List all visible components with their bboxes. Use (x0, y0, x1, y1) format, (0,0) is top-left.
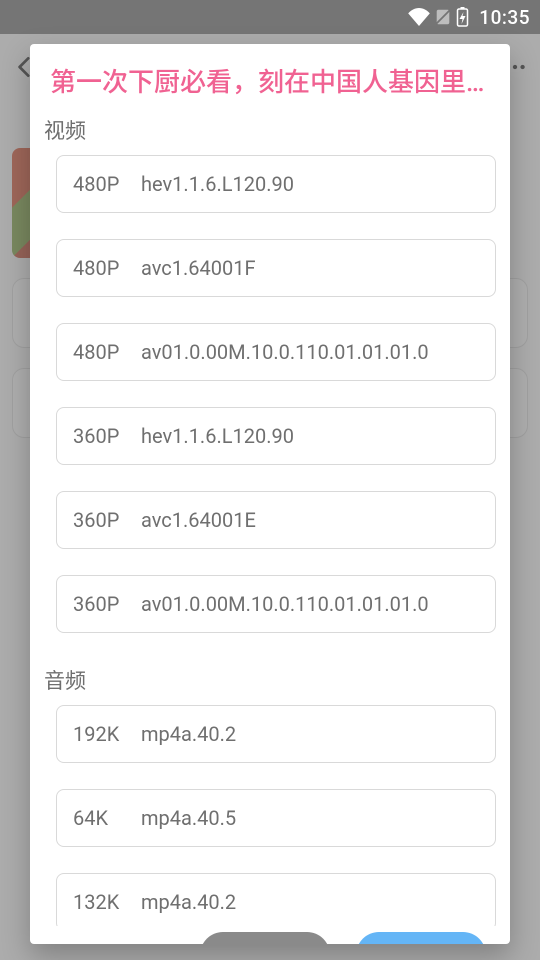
video-option[interactable]: 480P avc1.64001F (56, 239, 496, 297)
codec-label: hev1.1.6.L120.90 (141, 424, 294, 448)
resolution-tag: 360P (73, 424, 127, 448)
audio-option[interactable]: 64K mp4a.40.5 (56, 789, 496, 847)
resolution-tag: 480P (73, 340, 127, 364)
codec-label: mp4a.40.5 (141, 806, 236, 830)
resolution-tag: 360P (73, 592, 127, 616)
codec-label: avc1.64001E (141, 508, 256, 532)
dialog-body[interactable]: 视频 480P hev1.1.6.L120.90 480P avc1.64001… (30, 109, 510, 926)
bitrate-tag: 192K (73, 722, 127, 746)
wifi-icon (408, 8, 430, 26)
codec-label: hev1.1.6.L120.90 (141, 172, 294, 196)
audio-option[interactable]: 132K mp4a.40.2 (56, 873, 496, 926)
status-time: 10:35 (479, 6, 530, 29)
status-bar: 10:35 (0, 0, 540, 34)
bitrate-tag: 64K (73, 806, 127, 830)
format-select-dialog: 第一次下厨必看，刻在中国人基因里的人… 视频 480P hev1.1.6.L12… (30, 44, 510, 944)
codec-label: av01.0.00M.10.0.110.01.01.01.0 (141, 340, 429, 364)
dialog-title: 第一次下厨必看，刻在中国人基因里的人… (30, 44, 510, 109)
video-option[interactable]: 360P av01.0.00M.10.0.110.01.01.01.0 (56, 575, 496, 633)
resolution-tag: 360P (73, 508, 127, 532)
audio-section-header: 音频 (44, 659, 496, 705)
audio-option[interactable]: 192K mp4a.40.2 (56, 705, 496, 763)
cancel-button[interactable] (200, 932, 330, 944)
codec-label: mp4a.40.2 (141, 890, 236, 914)
codec-label: av01.0.00M.10.0.110.01.01.01.0 (141, 592, 429, 616)
confirm-button[interactable] (356, 932, 486, 944)
video-option[interactable]: 360P hev1.1.6.L120.90 (56, 407, 496, 465)
codec-label: mp4a.40.2 (141, 722, 236, 746)
status-icons: 10:35 (408, 6, 530, 29)
dialog-actions (30, 926, 510, 944)
video-option[interactable]: 480P av01.0.00M.10.0.110.01.01.01.0 (56, 323, 496, 381)
video-section-header: 视频 (44, 109, 496, 155)
battery-charging-icon (456, 7, 469, 27)
codec-label: avc1.64001F (141, 256, 256, 280)
no-sim-icon (434, 8, 452, 26)
video-option[interactable]: 480P hev1.1.6.L120.90 (56, 155, 496, 213)
video-option[interactable]: 360P avc1.64001E (56, 491, 496, 549)
resolution-tag: 480P (73, 256, 127, 280)
resolution-tag: 480P (73, 172, 127, 196)
bitrate-tag: 132K (73, 890, 127, 914)
